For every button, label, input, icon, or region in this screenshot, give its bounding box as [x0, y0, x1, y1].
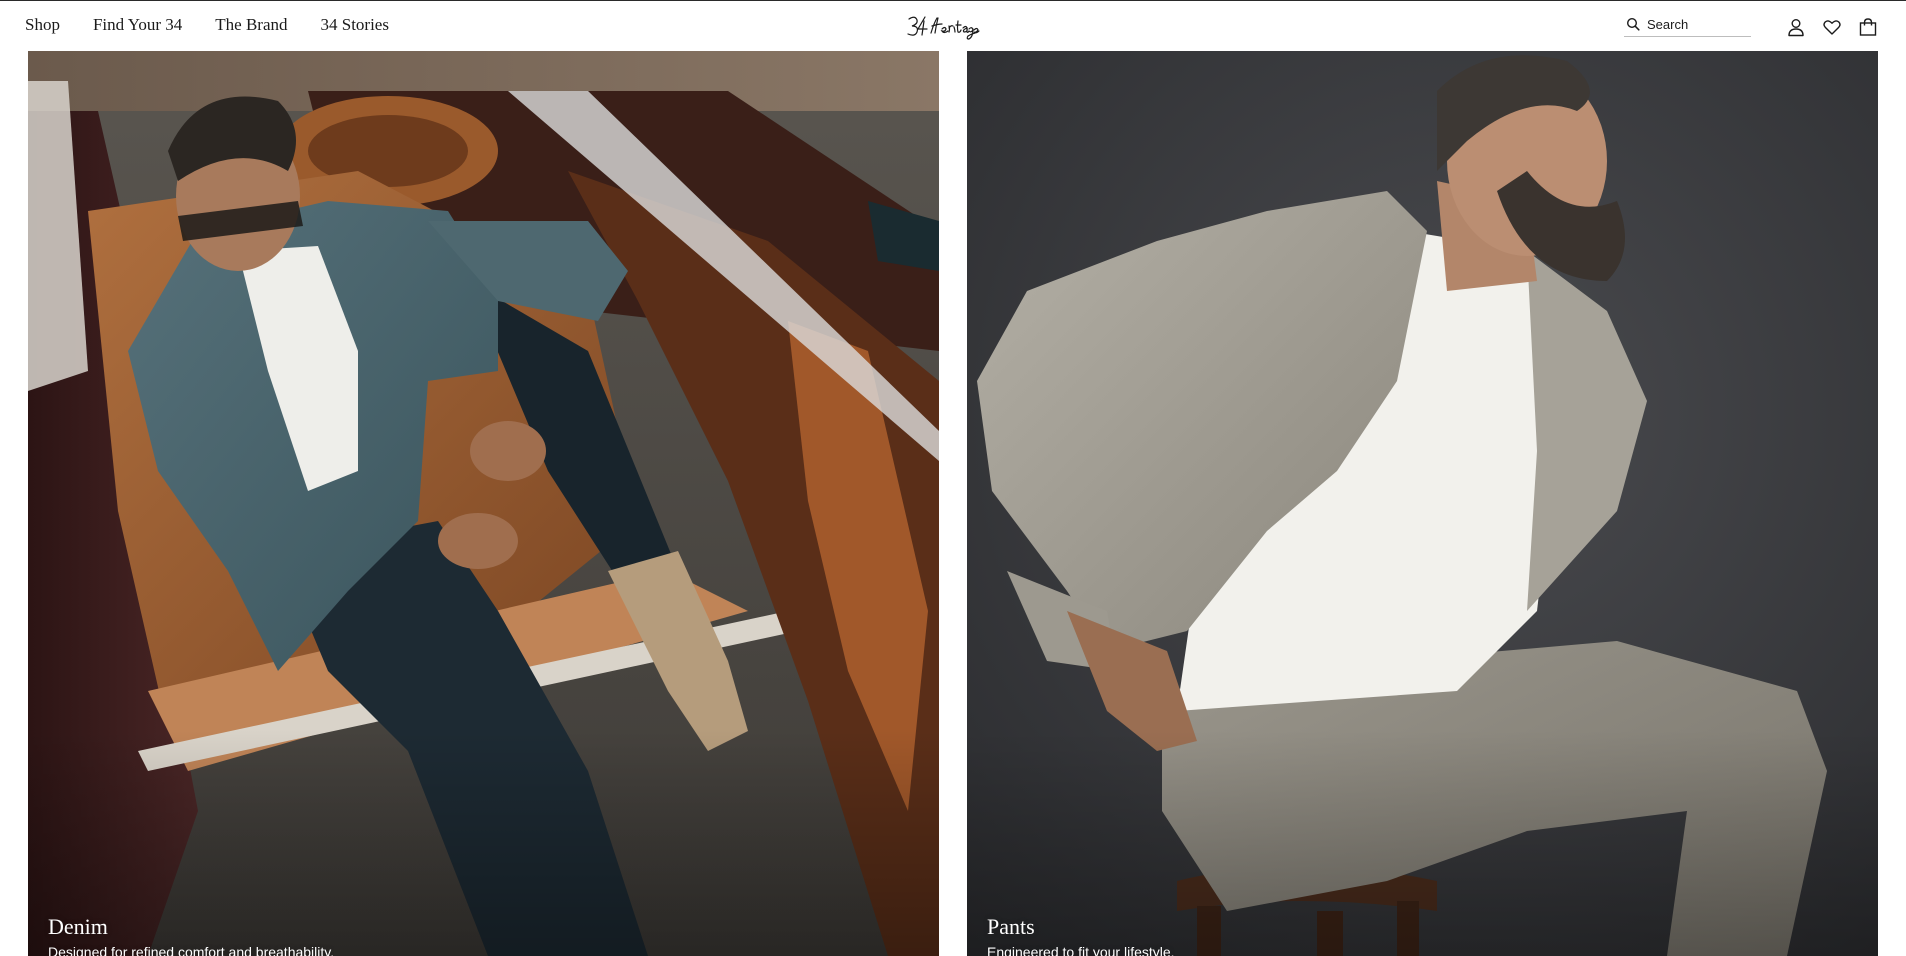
nav-the-brand[interactable]: The Brand	[215, 15, 287, 35]
denim-photo	[28, 51, 939, 956]
tile-description: Engineered to fit your lifestyle.	[987, 944, 1175, 956]
tile-title: Pants	[987, 914, 1035, 939]
category-tile-pants[interactable]: Pants Engineered to fit your lifestyle.	[967, 51, 1878, 956]
tile-description: Designed for refined comfort and breatha…	[48, 944, 335, 956]
account-icon[interactable]	[1785, 16, 1807, 38]
search-icon	[1626, 17, 1640, 31]
search-bar[interactable]	[1624, 12, 1751, 37]
bag-icon[interactable]	[1857, 16, 1879, 38]
brand-logo[interactable]	[905, 9, 981, 43]
category-tile-denim[interactable]: Denim Designed for refined comfort and b…	[28, 51, 939, 956]
denim-caption: Denim Designed for refined comfort and b…	[48, 914, 334, 956]
nav-find-your-34[interactable]: Find Your 34	[93, 15, 182, 35]
nav-shop[interactable]: Shop	[25, 15, 60, 35]
site-header: Shop Find Your 34 The Brand 34 Stories	[0, 0, 1906, 51]
tile-title: Denim	[48, 914, 108, 939]
heart-icon[interactable]	[1821, 16, 1843, 38]
search-input[interactable]	[1647, 16, 1747, 32]
pants-caption: Pants Engineered to fit your lifestyle.	[987, 914, 1175, 956]
main-nav: Shop Find Your 34 The Brand 34 Stories	[25, 15, 389, 35]
nav-34-stories[interactable]: 34 Stories	[321, 15, 389, 35]
pants-photo	[967, 51, 1878, 956]
